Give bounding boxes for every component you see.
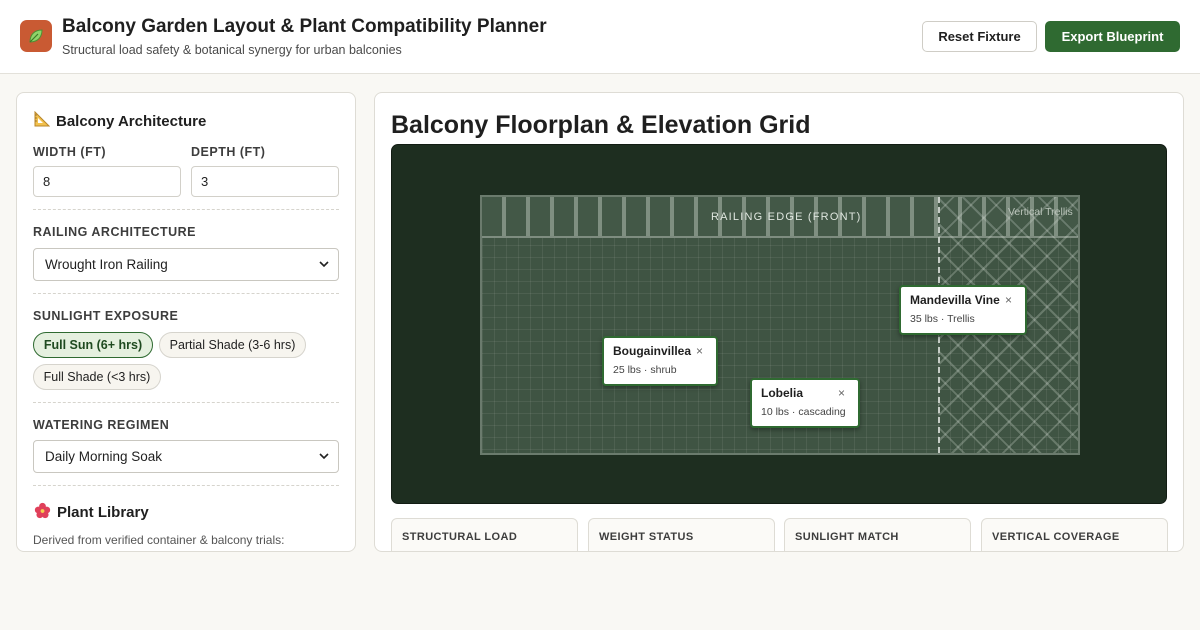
library-note: Derived from verified container & balcon…	[33, 533, 285, 547]
stat-label: WEIGHT STATUS	[599, 531, 694, 543]
plant-card-bougainvillea[interactable]: Bougainvillea 25 lbs · shrub ×	[602, 336, 718, 386]
width-input[interactable]	[33, 166, 181, 197]
depth-label: DEPTH (FT)	[191, 145, 266, 159]
stat-weight-status: WEIGHT STATUS	[588, 518, 775, 551]
stat-structural-load: STRUCTURAL LOAD	[391, 518, 578, 551]
stat-label: STRUCTURAL LOAD	[402, 531, 518, 543]
sunlight-label: SUNLIGHT EXPOSURE	[33, 309, 179, 323]
plant-name: Bougainvillea	[613, 344, 692, 358]
stat-sunlight-match: SUNLIGHT MATCH	[784, 518, 971, 551]
divider	[33, 293, 339, 294]
app-header: Balcony Garden Layout & Plant Compatibil…	[0, 0, 1200, 74]
trellis-label: Vertical Trellis	[1008, 206, 1073, 218]
library-section-title: Plant Library	[34, 502, 149, 523]
balcony-floor[interactable]: RAILING EDGE (FRONT) Vertical Trellis Bo…	[480, 195, 1080, 455]
sunlight-chip-full-sun[interactable]: Full Sun (6+ hrs)	[33, 332, 153, 358]
app-title: Balcony Garden Layout & Plant Compatibil…	[62, 16, 547, 37]
plant-card-mandevilla-vine[interactable]: Mandevilla Vine 35 lbs · Trellis ×	[899, 285, 1027, 335]
stat-label: VERTICAL COVERAGE	[992, 531, 1120, 543]
plant-name: Lobelia	[761, 386, 804, 400]
sunlight-chip-full-shade[interactable]: Full Shade (<3 hrs)	[33, 364, 161, 390]
railing-select[interactable]: Wrought Iron Railing	[33, 248, 339, 281]
settings-panel: Balcony Architecture WIDTH (FT) DEPTH (F…	[16, 92, 356, 552]
architecture-title-text: Balcony Architecture	[56, 112, 207, 130]
plant-card-lobelia[interactable]: Lobelia 10 lbs · cascading ×	[750, 378, 860, 428]
divider	[33, 209, 339, 210]
plant-meta: 35 lbs · Trellis	[910, 313, 975, 325]
plant-name: Mandevilla Vine	[910, 293, 1000, 307]
floorplan-canvas[interactable]: RAILING EDGE (FRONT) Vertical Trellis Bo…	[391, 144, 1167, 504]
stat-vertical-coverage: VERTICAL COVERAGE	[981, 518, 1168, 551]
watering-select-value: Daily Morning Soak	[45, 449, 163, 464]
sunlight-chip-partial-shade[interactable]: Partial Shade (3-6 hrs)	[159, 332, 306, 358]
width-label: WIDTH (FT)	[33, 145, 107, 159]
divider	[33, 485, 339, 486]
hibiscus-icon	[34, 502, 51, 523]
plant-meta: 10 lbs · cascading	[761, 406, 846, 418]
railing-select-value: Wrought Iron Railing	[45, 257, 168, 272]
triangular-ruler-icon	[34, 110, 51, 131]
reset-fixture-button[interactable]: Reset Fixture	[922, 21, 1037, 52]
floorplan-title: Balcony Floorplan & Elevation Grid	[391, 111, 811, 139]
stat-label: SUNLIGHT MATCH	[795, 531, 899, 543]
depth-input[interactable]	[191, 166, 339, 197]
architecture-section-title: Balcony Architecture	[34, 110, 207, 131]
library-title-text: Plant Library	[57, 504, 149, 521]
export-blueprint-button[interactable]: Export Blueprint	[1045, 21, 1180, 52]
close-icon[interactable]: ×	[696, 344, 703, 358]
railing-edge-label: RAILING EDGE (FRONT)	[711, 211, 862, 223]
floorplan-panel: Balcony Floorplan & Elevation Grid RAILI…	[374, 92, 1184, 552]
app-subtitle: Structural load safety & botanical syner…	[62, 43, 402, 57]
plant-meta: 25 lbs · shrub	[613, 364, 677, 376]
close-icon[interactable]: ×	[838, 386, 845, 400]
close-icon[interactable]: ×	[1005, 293, 1012, 307]
chevron-down-icon	[318, 450, 330, 465]
railing-label: RAILING ARCHITECTURE	[33, 225, 197, 239]
watering-select[interactable]: Daily Morning Soak	[33, 440, 339, 473]
watering-label: WATERING REGIMEN	[33, 418, 170, 432]
leaf-icon	[20, 20, 52, 52]
divider	[33, 402, 339, 403]
chevron-down-icon	[318, 258, 330, 273]
